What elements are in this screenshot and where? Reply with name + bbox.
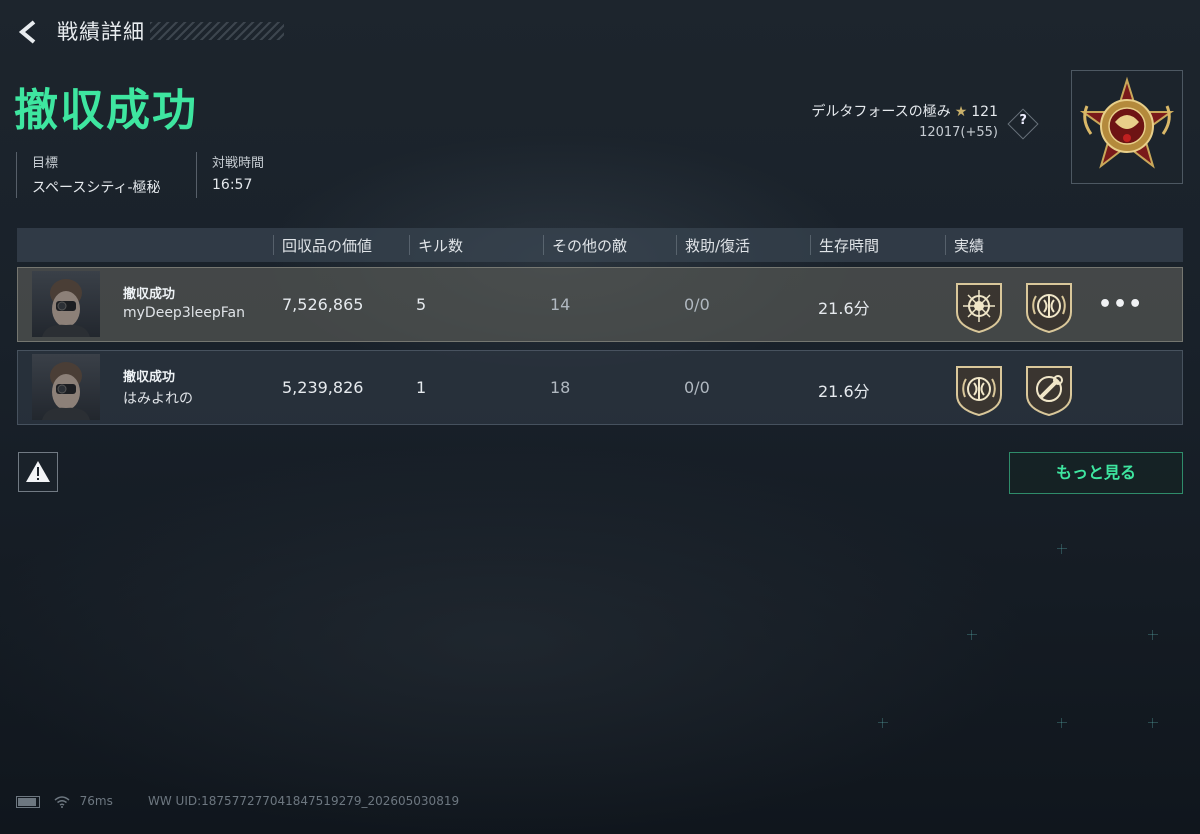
survival-time: 21.6分	[818, 299, 870, 318]
kill-count: 1	[416, 378, 427, 397]
grid-marker	[1148, 718, 1158, 728]
more-options-button[interactable]: •••	[1098, 292, 1143, 317]
page-title: 戦績詳細	[57, 20, 145, 44]
rank-points: 12017(+55)	[919, 125, 998, 140]
star-icon: ★	[954, 104, 968, 120]
avatar	[32, 271, 100, 337]
title-decoration	[150, 22, 284, 40]
player-name: myDeep3leepFan	[123, 305, 245, 321]
loot-value: 5,239,826	[282, 378, 364, 397]
rescue-revive: 0/0	[684, 295, 710, 314]
other-enemies: 14	[550, 295, 571, 314]
kill-count: 5	[416, 295, 427, 314]
wifi-icon	[54, 795, 70, 808]
wrench-badge-icon[interactable]	[1022, 361, 1076, 417]
player-name: はみよれの	[123, 391, 193, 407]
column-header: 回収品の価値	[273, 235, 372, 255]
emblem-badge-icon[interactable]	[1022, 278, 1076, 334]
grid-marker	[1148, 630, 1158, 640]
sun-badge-icon[interactable]	[952, 278, 1006, 334]
battery-icon	[16, 795, 40, 808]
grid-marker	[1057, 544, 1067, 554]
match-time-value: 16:57	[212, 177, 253, 193]
ping-value: 76ms	[79, 794, 113, 808]
emblem-badge-icon[interactable]	[952, 361, 1006, 417]
user-uid: WW UID:18757727704184751927​9_2026050308…	[148, 794, 460, 808]
match-time-info: 対戦時間 16:57	[196, 152, 264, 198]
back-button[interactable]	[14, 18, 42, 46]
match-time-label: 対戦時間	[212, 156, 265, 171]
help-icon: ?	[1019, 113, 1027, 129]
player-status: 撤収成功	[123, 370, 176, 385]
target-label: 目標	[32, 156, 59, 171]
warning-icon	[26, 461, 50, 482]
soldier-portrait-icon	[42, 279, 90, 337]
background-scene	[0, 520, 1200, 720]
column-header: 実績	[945, 235, 984, 255]
column-header: その他の敵	[543, 235, 627, 255]
loot-value: 7,526,865	[282, 295, 364, 314]
table-row[interactable]: 撤収成功 はみよれの 5,239,826 1 18 0/0 21.6分	[17, 350, 1183, 425]
table-row[interactable]: 撤収成功 myDeep3leepFan 7,526,865 5 14 0/0 2…	[17, 267, 1183, 342]
target-value: スペースシティ-極秘	[32, 180, 161, 196]
report-button[interactable]	[18, 452, 58, 492]
rescue-revive: 0/0	[684, 378, 710, 397]
avatar	[32, 354, 100, 420]
help-button[interactable]: ?	[1007, 108, 1039, 140]
status-bar: 76ms	[16, 794, 113, 808]
rank-medal-icon	[1079, 76, 1175, 169]
soldier-portrait-icon	[42, 362, 90, 420]
other-enemies: 18	[550, 378, 571, 397]
column-header: 生存時間	[810, 235, 879, 255]
rank-medal[interactable]	[1071, 70, 1183, 184]
grid-marker	[1057, 718, 1067, 728]
column-header: 救助/復活	[676, 235, 750, 255]
column-header: キル数	[409, 235, 463, 255]
see-more-button[interactable]: もっと見る	[1009, 452, 1183, 494]
grid-marker	[967, 630, 977, 640]
grid-marker	[878, 718, 888, 728]
result-title: 撤収成功	[14, 85, 198, 136]
table-header: 回収品の価値 キル数 その他の敵 救助/復活 生存時間 実績	[17, 228, 1183, 262]
rank-level: 121	[971, 104, 998, 120]
rank-name: デルタフォースの極み	[811, 104, 951, 120]
survival-time: 21.6分	[818, 382, 870, 401]
back-arrow-icon	[18, 20, 36, 44]
target-info: 目標 スペースシティ-極秘	[16, 152, 161, 198]
player-status: 撤収成功	[123, 287, 176, 302]
rank-info: デルタフォースの極み ★ 121	[811, 101, 998, 121]
